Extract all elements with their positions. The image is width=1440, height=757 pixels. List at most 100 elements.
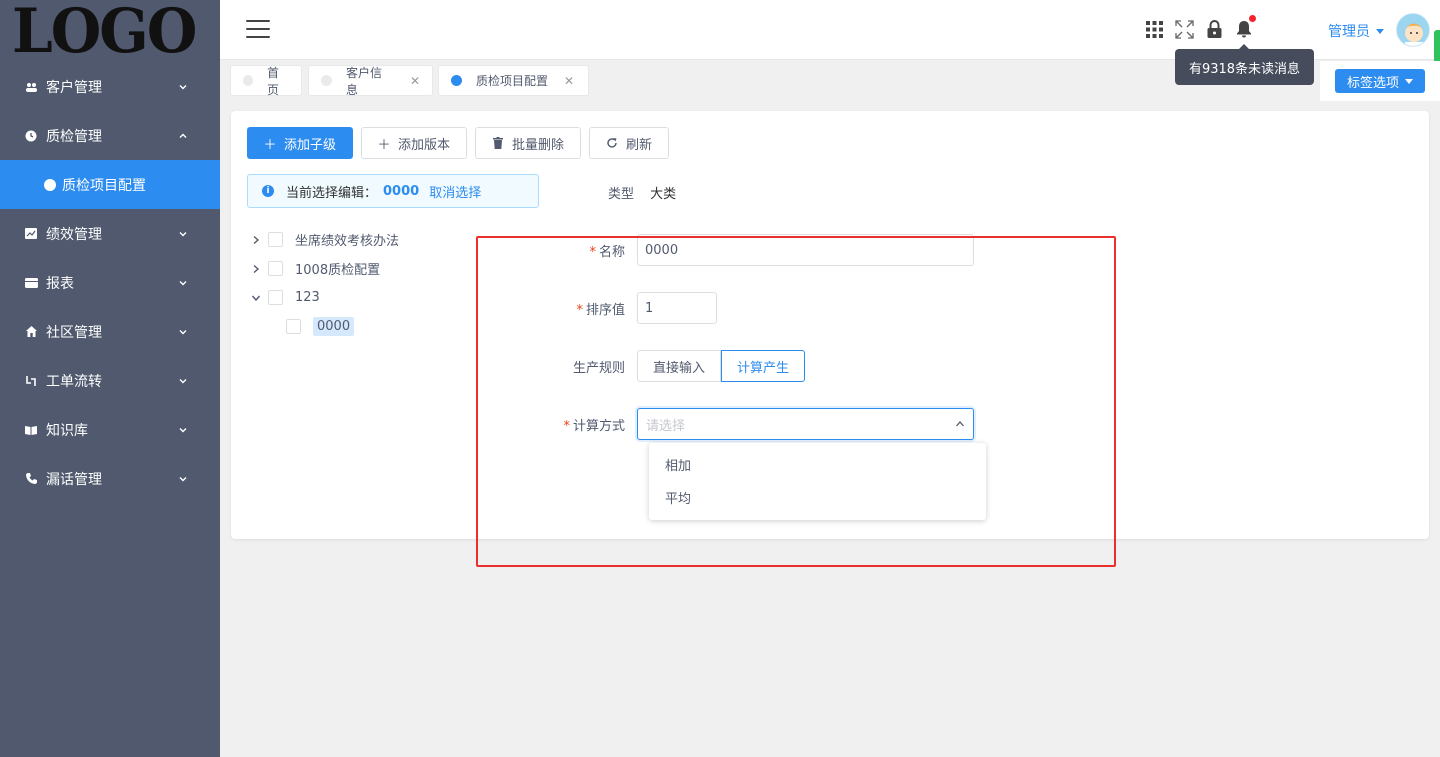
chevron-down-icon — [179, 280, 187, 285]
apps-icon[interactable] — [1144, 18, 1164, 40]
tab-customer-info[interactable]: 客户信息 ✕ — [308, 65, 433, 97]
alert-prefix: 当前选择编辑： — [286, 185, 378, 201]
dot-icon — [44, 178, 56, 191]
refresh-icon — [606, 137, 618, 149]
toolbar: ＋ 添加子级 ＋ 添加版本 批量删除 刷新 — [247, 127, 670, 159]
chevron-down-icon — [179, 427, 187, 432]
tab-label: 质检项目配置 — [476, 74, 549, 88]
sidebar-item-label: 质检管理 — [46, 128, 102, 145]
add-version-button[interactable]: ＋ 添加版本 — [361, 127, 468, 159]
form-row-name: * 名称 0000 — [531, 234, 974, 266]
bell-icon[interactable] — [1234, 15, 1256, 40]
rule-option-direct[interactable]: 直接输入 — [637, 350, 722, 382]
select-placeholder: 请选择 — [646, 418, 686, 434]
tab-quality-config[interactable]: 质检项目配置 ✕ — [438, 65, 589, 96]
button-label: 刷新 — [626, 137, 653, 153]
sidebar-item-report[interactable]: 报表 — [0, 258, 220, 307]
sidebar-item-label: 客户管理 — [46, 79, 102, 96]
dropdown-option[interactable]: 相加 — [649, 448, 986, 481]
sidebar-item-label: 报表 — [46, 275, 74, 292]
sidebar-item-missed-calls[interactable]: 漏话管理 — [0, 454, 220, 503]
clock-icon — [24, 129, 38, 143]
button-label: 批量删除 — [512, 137, 565, 153]
chevron-right-icon[interactable] — [249, 235, 263, 245]
calc-method-select[interactable]: 请选择 — [637, 408, 974, 440]
type-value: 大类 — [650, 187, 677, 202]
name-input[interactable]: 0000 — [637, 234, 974, 266]
sidebar-item-label: 绩效管理 — [46, 226, 102, 243]
tree-node-label: 坐席绩效考核办法 — [295, 234, 400, 249]
menu-toggle-icon[interactable] — [246, 20, 270, 40]
tree-checkbox[interactable] — [268, 290, 283, 305]
refresh-button[interactable]: 刷新 — [589, 127, 670, 159]
tab-options-label: 标签选项 — [1346, 75, 1399, 91]
chevron-down-icon[interactable] — [249, 294, 263, 302]
chevron-down-icon — [179, 329, 187, 334]
avatar[interactable] — [1396, 13, 1430, 47]
fullscreen-icon[interactable] — [1174, 18, 1194, 40]
tree-checkbox[interactable] — [268, 232, 283, 247]
form-label: * 排序值 — [576, 302, 625, 318]
user-label: 管理员 — [1328, 24, 1370, 40]
table-icon — [24, 276, 38, 290]
batch-delete-button[interactable]: 批量删除 — [475, 127, 582, 159]
sidebar-item-label: 知识库 — [46, 422, 88, 439]
info-icon: i — [262, 185, 274, 197]
close-icon[interactable]: ✕ — [564, 74, 574, 88]
tree-node-label: 123 — [295, 290, 320, 305]
sidebar-item-customer[interactable]: 客户管理 — [0, 62, 220, 111]
tree-node-label-selected[interactable]: 0000 — [313, 317, 355, 336]
tab-dot-icon — [321, 75, 332, 86]
tab-dot-icon — [451, 75, 462, 86]
form-label: * 名称 — [589, 244, 625, 260]
tree-node[interactable]: 1008质检配置 — [249, 254, 399, 283]
sidebar-item-community[interactable]: 社区管理 — [0, 307, 220, 356]
plus-icon: ＋ — [377, 137, 391, 153]
tab-options: 标签选项 — [1320, 61, 1440, 101]
sidebar-subitem-label: 质检项目配置 — [62, 177, 146, 194]
plus-icon: ＋ — [263, 137, 277, 153]
tree-node[interactable]: 123 — [249, 283, 399, 312]
form-row-calc: * 计算方式 请选择 — [531, 408, 974, 440]
sidebar-item-label: 社区管理 — [46, 324, 102, 341]
sidebar-item-knowledge[interactable]: 知识库 — [0, 405, 220, 454]
header-icons — [1144, 15, 1256, 40]
chart-icon — [24, 227, 38, 241]
chevron-down-icon — [179, 231, 187, 236]
chevron-right-icon[interactable] — [249, 264, 263, 274]
sidebar: LOGO 客户管理 质检管理 质检项目配置 绩效管理 报表 社区管理 工单流转 … — [0, 0, 220, 757]
notification-tooltip: 有9318条未读消息 — [1175, 44, 1314, 85]
tab-options-button[interactable]: 标签选项 — [1335, 69, 1425, 93]
sidebar-item-performance[interactable]: 绩效管理 — [0, 209, 220, 258]
form-label: 生产规则 — [572, 360, 625, 376]
cancel-selection-link[interactable]: 取消选择 — [429, 182, 481, 201]
form-row-sort: * 排序值 1 — [531, 292, 717, 324]
tree: 坐席绩效考核办法 1008质检配置 123 0000 — [249, 225, 399, 341]
tree-checkbox[interactable] — [286, 319, 301, 334]
sort-input[interactable]: 1 — [637, 292, 717, 324]
tree-checkbox[interactable] — [268, 261, 283, 276]
tree-node[interactable]: 坐席绩效考核办法 — [249, 225, 399, 254]
lock-icon[interactable] — [1204, 18, 1224, 40]
button-label: 添加子级 — [284, 137, 337, 153]
close-icon[interactable]: ✕ — [410, 74, 420, 88]
add-child-button[interactable]: ＋ 添加子级 — [247, 127, 354, 159]
user-menu[interactable]: 管理员 — [1328, 21, 1384, 41]
chevron-down-icon — [179, 84, 187, 89]
dropdown-option[interactable]: 平均 — [649, 481, 986, 514]
sidebar-subitem-quality-config[interactable]: 质检项目配置 — [0, 160, 220, 209]
form-label: * 计算方式 — [563, 418, 625, 434]
sidebar-item-workflow[interactable]: 工单流转 — [0, 356, 220, 405]
alert-selected-value: 0000 — [383, 183, 420, 199]
rule-radio-group: 直接输入 计算产生 — [637, 350, 806, 382]
tab-home[interactable]: 首页 — [230, 65, 302, 97]
tree-node[interactable]: 0000 — [249, 312, 399, 341]
flow-icon — [24, 374, 38, 388]
chevron-up-icon — [956, 421, 964, 427]
sidebar-item-quality[interactable]: 质检管理 — [0, 111, 220, 160]
tree-node-label: 1008质检配置 — [295, 263, 381, 278]
tab-dot-icon — [243, 75, 254, 86]
header: 管理员 有9318条未读消息 — [220, 0, 1440, 85]
sidebar-item-label: 工单流转 — [46, 373, 102, 390]
rule-option-calculated[interactable]: 计算产生 — [721, 350, 806, 382]
